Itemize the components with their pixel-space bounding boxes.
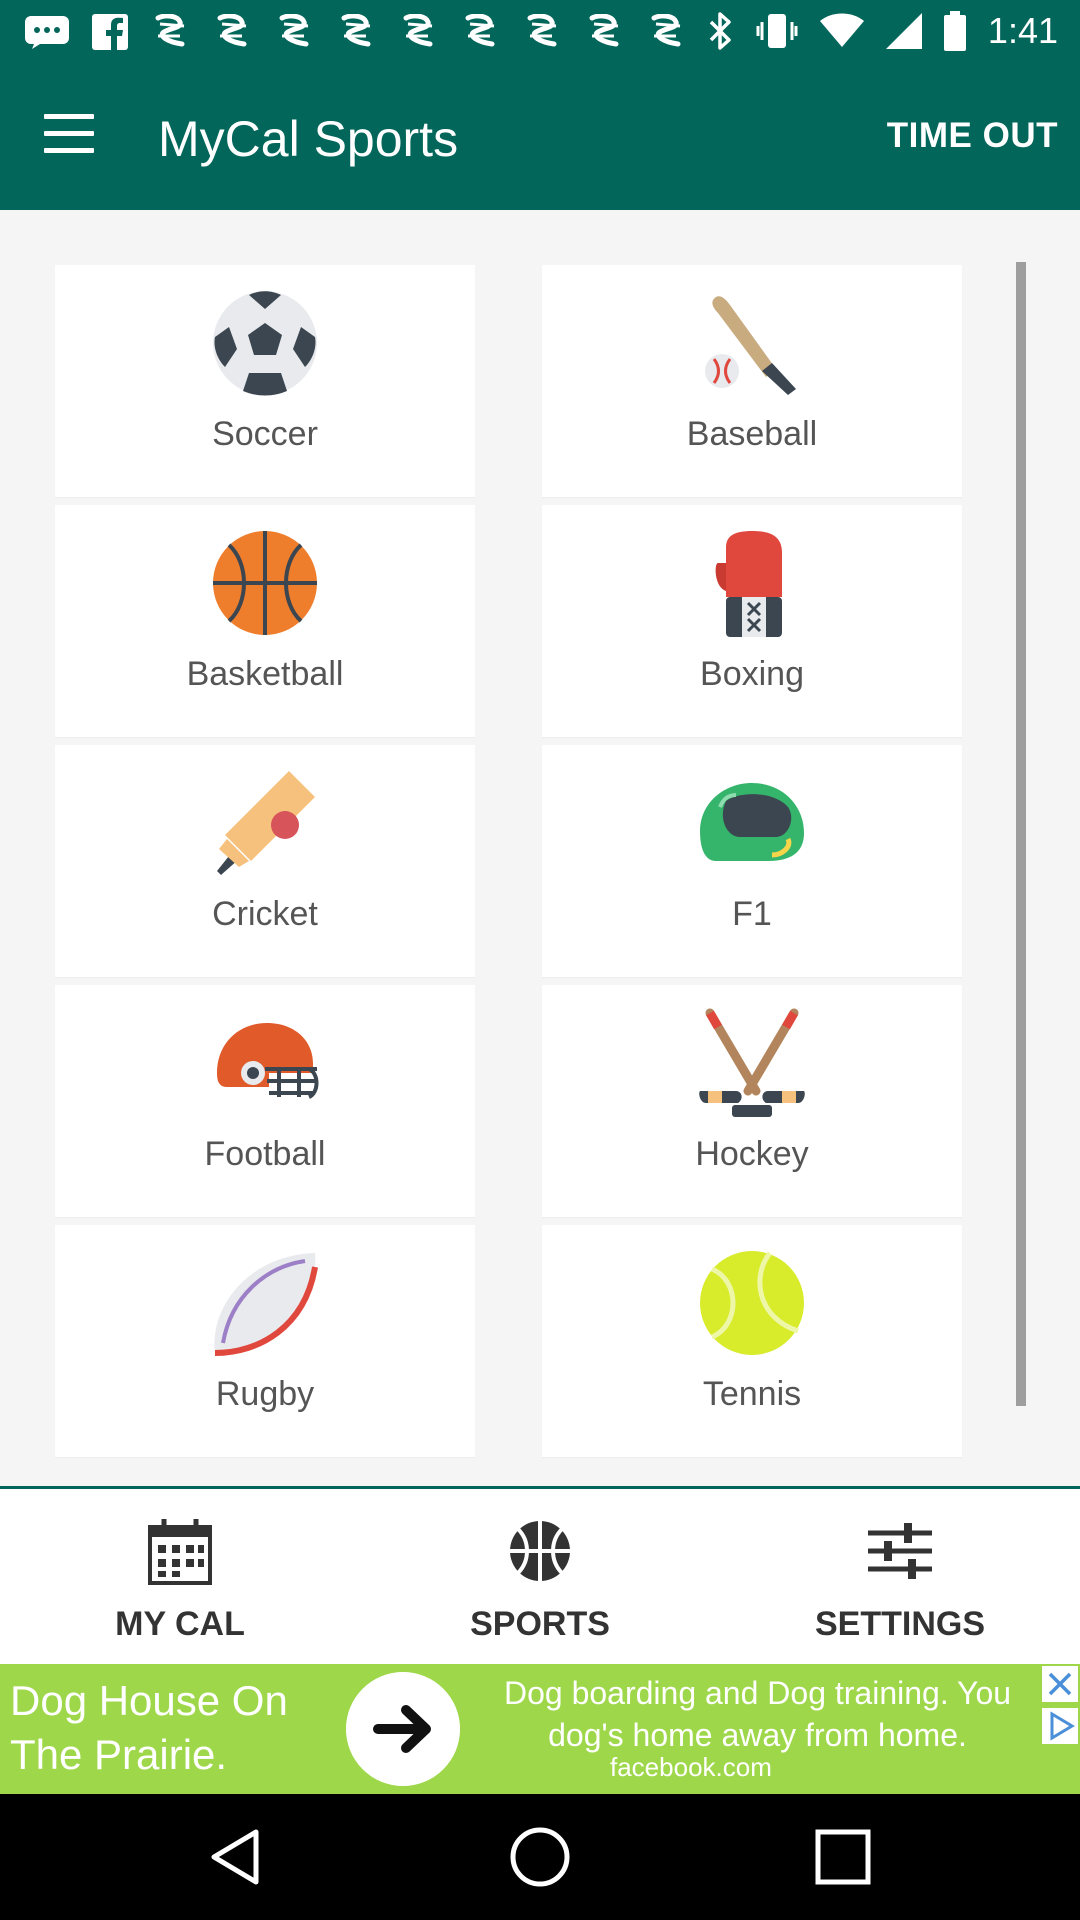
- ball-icon: [510, 1521, 570, 1581]
- ad-body: Dog boarding and Dog training. You dog's…: [470, 1672, 1045, 1756]
- menu-icon-line: [44, 148, 94, 153]
- status-bar: 1:41: [0, 0, 1080, 66]
- back-icon[interactable]: [204, 1824, 270, 1890]
- sport-label: Soccer: [212, 415, 318, 453]
- sport-label: Hockey: [695, 1135, 809, 1173]
- facebook-icon: [92, 14, 128, 50]
- app-notification-icon: [217, 14, 247, 47]
- tennis-ball-icon: [700, 1251, 804, 1355]
- racing-helmet-icon: [700, 783, 804, 861]
- notification-icons: [24, 14, 686, 50]
- app-bar: MyCal Sports TIME OUT: [0, 66, 1080, 210]
- page-title: MyCal Sports: [158, 111, 459, 167]
- soccer-ball-icon: [213, 291, 317, 396]
- baseball-bat-icon: [705, 296, 796, 395]
- recents-icon[interactable]: [810, 1824, 876, 1890]
- sport-label: F1: [732, 895, 772, 933]
- time-out-button[interactable]: TIME OUT: [887, 116, 1058, 156]
- sports-grid: Soccer Baseball Basketball Boxing Cricke…: [0, 210, 1080, 1486]
- ad-body-line: Dog boarding and Dog training. You: [503, 1675, 1012, 1711]
- ad-banner[interactable]: Dog House On The Prairie. Dog boarding a…: [0, 1664, 1080, 1794]
- signal-icon: [885, 13, 922, 49]
- cricket-bat-icon: [217, 771, 315, 875]
- nav-label: MY CAL: [115, 1605, 245, 1643]
- sport-label: Cricket: [212, 895, 318, 933]
- scrollbar[interactable]: [1016, 262, 1026, 1406]
- status-time: 1:41: [987, 10, 1058, 51]
- vibrate-icon: [756, 14, 798, 48]
- sport-card-hockey[interactable]: Hockey: [542, 985, 962, 1217]
- nav-item-settings[interactable]: SETTINGS: [720, 1489, 1080, 1664]
- basketball-icon: [213, 531, 317, 635]
- sport-card-baseball[interactable]: Baseball: [542, 265, 962, 497]
- boxing-glove-icon: [715, 531, 782, 637]
- sport-card-basketball[interactable]: Basketball: [55, 505, 475, 737]
- system-icons: 1:41: [708, 10, 1058, 52]
- sport-card-soccer[interactable]: Soccer: [55, 265, 475, 497]
- bluetooth-icon: [709, 12, 731, 50]
- arrow-right-icon[interactable]: [346, 1672, 460, 1786]
- app-notification-icon: [465, 14, 495, 47]
- app-notification-icon: [155, 14, 185, 47]
- nav-label: SPORTS: [470, 1605, 610, 1643]
- sport-label: Baseball: [686, 415, 818, 453]
- sport-card-rugby[interactable]: Rugby: [55, 1225, 475, 1457]
- app-notification-icon: [527, 14, 557, 47]
- menu-icon: [44, 114, 94, 119]
- system-navigation-bar: [0, 1794, 1080, 1920]
- app-notification-icon: [341, 14, 371, 47]
- sport-label: Boxing: [700, 655, 804, 693]
- sport-label: Rugby: [215, 1375, 315, 1413]
- calendar-icon: [148, 1519, 212, 1585]
- app-notification-icon: [279, 14, 309, 47]
- bottom-navigation: MY CAL SPORTS SETTINGS: [0, 1486, 1080, 1664]
- close-icon[interactable]: [1042, 1666, 1078, 1702]
- nav-item-my-cal[interactable]: MY CAL: [0, 1489, 360, 1664]
- sport-card-f1[interactable]: F1: [542, 745, 962, 977]
- app-notification-icon: [589, 14, 619, 47]
- sport-card-tennis[interactable]: Tennis: [542, 1225, 962, 1457]
- sport-card-boxing[interactable]: Boxing: [542, 505, 962, 737]
- menu-icon-line: [44, 131, 94, 136]
- menu-button[interactable]: [44, 114, 100, 162]
- battery-icon: [943, 11, 966, 51]
- football-helmet-icon: [217, 1023, 319, 1099]
- ad-headline: Dog House On The Prairie.: [10, 1677, 288, 1778]
- ad-body-line: dog's home away from home.: [548, 1717, 967, 1753]
- home-icon[interactable]: [507, 1824, 573, 1890]
- hockey-sticks-icon: [699, 1008, 805, 1117]
- sport-label: Basketball: [186, 655, 344, 693]
- ad-link[interactable]: facebook.com: [610, 1752, 772, 1783]
- nav-item-sports[interactable]: SPORTS: [360, 1489, 720, 1664]
- wifi-icon: [819, 13, 864, 47]
- rugby-ball-icon: [214, 1253, 318, 1356]
- sport-card-cricket[interactable]: Cricket: [55, 745, 475, 977]
- sport-label: Tennis: [702, 1375, 802, 1413]
- sliders-icon: [868, 1523, 932, 1579]
- app-notification-icon: [651, 14, 681, 47]
- adchoices-icon[interactable]: [1042, 1708, 1078, 1744]
- sport-label: Football: [204, 1135, 326, 1173]
- message-icon: [25, 16, 69, 49]
- nav-label: SETTINGS: [814, 1605, 986, 1643]
- sport-card-football[interactable]: Football: [55, 985, 475, 1217]
- app-notification-icon: [403, 14, 433, 47]
